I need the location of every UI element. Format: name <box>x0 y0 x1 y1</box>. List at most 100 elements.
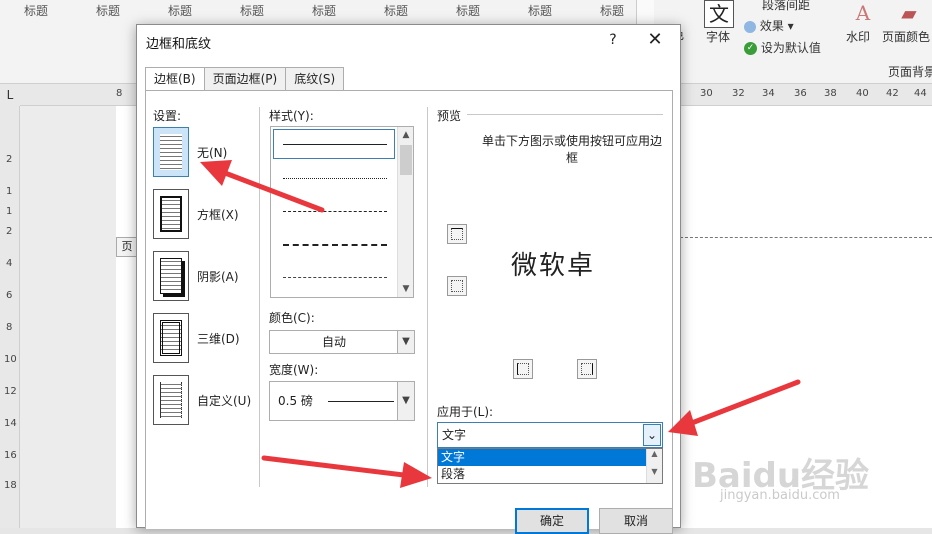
style-thumb[interactable]: 标题 <box>360 0 432 22</box>
tab-borders[interactable]: 边框(B) <box>145 67 205 92</box>
ruler-number: 36 <box>794 88 807 99</box>
style-thumb[interactable]: 标题 <box>432 0 504 22</box>
width-value: 0.5 磅 <box>278 394 313 408</box>
ruler-number: 8 <box>6 322 13 333</box>
setting-box-icon[interactable] <box>153 189 189 239</box>
line-style-dash-dot[interactable] <box>283 277 387 278</box>
ruler-number: 6 <box>6 290 13 301</box>
line-style-dash[interactable] <box>283 244 387 246</box>
setting-none-icon[interactable] <box>153 127 189 177</box>
style-label: 样式(Y): <box>269 109 314 123</box>
scroll-up-icon[interactable]: ▲ <box>398 127 414 143</box>
ruler-number: 2 <box>6 226 13 237</box>
ruler-number: 1 <box>6 206 13 217</box>
style-thumb[interactable]: 标题 <box>288 0 360 22</box>
setting-custom-icon[interactable] <box>153 375 189 425</box>
ruler-number: 14 <box>4 418 17 429</box>
ruler-number: 2 <box>6 154 13 165</box>
ruler-number: 34 <box>762 88 775 99</box>
styles-gallery[interactable]: 标题 标题 标题 标题 标题 标题 标题 标题 标题 <box>0 0 660 22</box>
style-thumb[interactable]: 标题 <box>504 0 576 22</box>
ruler-number: 4 <box>6 258 13 269</box>
ruler-number: 1 <box>6 186 13 197</box>
apply-to-dropdown[interactable]: 文字 ⌄ <box>437 422 663 448</box>
style-list-scrollbar[interactable]: ▲ ▼ <box>397 127 413 297</box>
ruler-number: 12 <box>4 386 17 397</box>
ruler-number: 16 <box>4 450 17 461</box>
ok-button[interactable]: 确定 <box>515 508 589 534</box>
cancel-button[interactable]: 取消 <box>599 508 673 534</box>
watermark-label[interactable]: 水印 <box>846 28 870 45</box>
effects-icon <box>744 20 756 33</box>
apply-to-value: 文字 <box>442 428 467 442</box>
tab-shading[interactable]: 底纹(S) <box>285 67 345 91</box>
borders-and-shading-dialog: 边框和底纹 ? ✕ 边框(B) 页面边框(P) 底纹(S) 设置: 无(N) 方… <box>136 24 681 534</box>
chevron-down-icon[interactable]: ⌄ <box>643 424 661 446</box>
scroll-thumb[interactable] <box>400 145 412 175</box>
tab-page-border[interactable]: 页面边框(P) <box>203 67 287 91</box>
column-divider <box>427 107 428 487</box>
ruler-number: 18 <box>4 480 17 491</box>
setting-box-label[interactable]: 方框(X) <box>197 206 239 223</box>
apply-to-options[interactable]: 文字 段落 ▲ ▼ <box>437 448 663 484</box>
vertical-ruler[interactable]: 2 1 1 2 4 6 8 10 12 14 16 18 <box>0 106 20 528</box>
line-style-small-dash[interactable] <box>283 211 387 212</box>
ruler-number: 30 <box>700 88 713 99</box>
effects-label: 效果 <box>759 19 784 33</box>
top-border-button[interactable] <box>447 224 467 244</box>
page-background-group-label: 页面背景 <box>888 65 932 79</box>
preview-instructions: 单击下方图示或使用按钮可应用边框 <box>482 134 663 165</box>
baidu-watermark-url: jingyan.baidu.com <box>720 488 840 503</box>
check-icon: ✓ <box>744 42 757 55</box>
width-dropdown[interactable]: 0.5 磅 ▼ <box>269 381 415 421</box>
ruler-number: 32 <box>732 88 745 99</box>
inside-horizontal-border-button[interactable] <box>447 276 467 296</box>
line-style-list[interactable]: ▲ ▼ <box>270 126 414 298</box>
color-label: 颜色(C): <box>269 311 315 325</box>
settings-label: 设置: <box>153 109 182 123</box>
setting-3d-icon[interactable] <box>153 313 189 363</box>
ruler-number: 10 <box>4 354 17 365</box>
set-default-label: 设为默认值 <box>760 41 821 55</box>
apply-to-label: 应用于(L): <box>437 405 494 419</box>
tab-selector[interactable]: L <box>0 84 20 106</box>
right-border-button[interactable] <box>577 359 597 379</box>
ruler-number: 38 <box>824 88 837 99</box>
watermark-icon[interactable]: A <box>848 0 878 28</box>
help-button[interactable]: ? <box>603 30 623 50</box>
style-thumb[interactable]: 标题 <box>72 0 144 22</box>
color-value: 自动 <box>321 335 346 349</box>
options-scrollbar[interactable]: ▲ ▼ <box>646 449 662 483</box>
ruler-number: 40 <box>856 88 869 99</box>
column-divider <box>259 107 260 487</box>
font-label[interactable]: 字体 <box>706 28 730 45</box>
style-thumb[interactable]: 标题 <box>216 0 288 22</box>
close-icon[interactable]: ✕ <box>643 29 667 51</box>
setting-shadow-label[interactable]: 阴影(A) <box>197 268 239 285</box>
setting-3d-label[interactable]: 三维(D) <box>197 330 240 347</box>
page-color-icon[interactable]: ▰ <box>894 0 924 28</box>
effects-button[interactable]: 效果 ▾ <box>744 17 794 34</box>
option-paragraph[interactable]: 段落 <box>438 466 646 483</box>
chevron-down-icon[interactable]: ▼ <box>397 382 414 420</box>
line-style-solid[interactable] <box>283 144 387 145</box>
set-default-button[interactable]: ✓ 设为默认值 <box>744 39 821 56</box>
left-border-button[interactable] <box>513 359 533 379</box>
font-icon[interactable]: 文 <box>704 0 734 28</box>
scroll-down-icon[interactable]: ▼ <box>398 281 414 297</box>
preview-sample-text: 微软卓 <box>511 251 596 281</box>
dialog-tabs: 边框(B) 页面边框(P) 底纹(S) <box>145 67 345 92</box>
option-text[interactable]: 文字 <box>438 449 646 466</box>
style-thumb[interactable]: 标题 <box>144 0 216 22</box>
style-thumb[interactable]: 标题 <box>0 0 72 22</box>
color-dropdown[interactable]: 自动 ▼ <box>269 330 415 354</box>
setting-custom-label[interactable]: 自定义(U) <box>197 392 251 409</box>
chevron-down-icon[interactable]: ▼ <box>397 331 414 353</box>
paragraph-spacing-label[interactable]: 段落间距 <box>762 0 810 13</box>
page-label: 页 <box>116 237 138 257</box>
setting-none-label[interactable]: 无(N) <box>197 144 227 161</box>
preview-label: 预览 <box>437 109 462 123</box>
line-style-dotted[interactable] <box>283 178 387 179</box>
setting-shadow-icon[interactable] <box>153 251 189 301</box>
page-color-label[interactable]: 页面颜色 <box>882 28 930 45</box>
